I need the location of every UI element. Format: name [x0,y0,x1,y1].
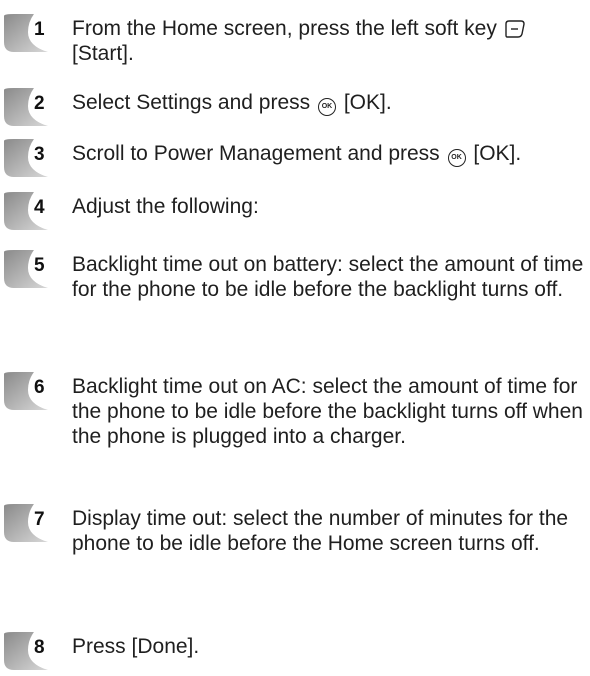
ok-key-icon: OK [317,98,336,116]
step-number: 5 [34,255,45,276]
step-number-badge [0,502,60,546]
step-number: 3 [34,144,45,165]
step-number-badge [0,86,60,130]
step-number-badge [0,137,60,181]
ok-key-icon: OK [447,149,466,167]
step-text: From the Home screen, press the left sof… [72,17,533,65]
step-text: Backlight time out on AC: select the amo… [72,375,583,448]
step-number-badge [0,190,60,234]
step-number: 6 [34,377,45,398]
step-number-badge [0,248,60,292]
step-number: 1 [34,19,45,40]
step-number: 2 [34,93,45,114]
power-management-instructions: { "steps": [ {"number": "1", "before": "… [0,0,590,676]
step-text: Scroll to Power Management and press OK … [72,142,522,167]
step-text: Select Settings and press OK [OK]. [72,91,392,116]
step-number-badge [0,12,60,56]
step-text: Backlight time out on battery: select th… [72,253,584,301]
step-number: 4 [34,197,45,218]
left-soft-key-icon [504,19,525,38]
step-number-badge [0,630,60,674]
step-text: Display time out: select the number of m… [72,507,569,555]
step-number: 8 [34,637,45,658]
step-number: 7 [34,509,45,530]
step-text: Press [Done]. [72,635,200,658]
step-text: Adjust the following: [72,195,259,218]
step-number-badge [0,370,60,414]
